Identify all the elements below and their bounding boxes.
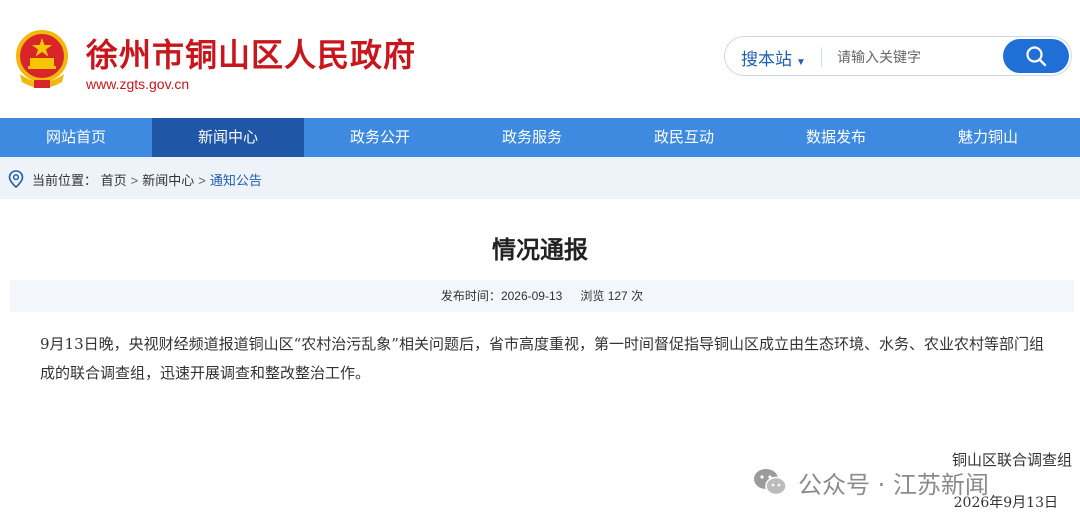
breadcrumb-news[interactable]: 新闻中心 — [142, 173, 194, 188]
site-url[interactable]: www.zgts.gov.cn — [86, 76, 189, 92]
location-pin-icon — [8, 170, 24, 188]
breadcrumb-notices[interactable]: 通知公告 — [210, 173, 262, 188]
search-icon — [1026, 46, 1047, 67]
breadcrumb-separator: > — [198, 173, 206, 188]
watermark: 公众号 · 江苏新闻 — [752, 465, 989, 499]
national-emblem-icon[interactable] — [12, 28, 72, 90]
site-header: 徐州市铜山区人民政府 www.zgts.gov.cn 搜本站 ▼ — [0, 0, 1080, 118]
publish-label: 发布时间： — [440, 289, 501, 303]
breadcrumb-text: 当前位置： 首页 > 新闻中心 > 通知公告 — [32, 170, 262, 189]
main-nav: 网站首页 新闻中心 政务公开 政务服务 政民互动 数据发布 魅力铜山 — [0, 118, 1080, 157]
site-title[interactable]: 徐州市铜山区人民政府 — [86, 30, 416, 76]
nav-item-data[interactable]: 数据发布 — [760, 118, 912, 157]
search-scope-dropdown[interactable]: 搜本站 ▼ — [741, 45, 806, 70]
watermark-text: 公众号 · 江苏新闻 — [798, 470, 989, 499]
views-unit: 次 — [631, 289, 644, 303]
nav-item-gov-affairs[interactable]: 政务公开 — [304, 118, 456, 157]
article-paragraph: 9月13日晚，央视财经频道报道铜山区“农村治污乱象”相关问题后，省市高度重视，第… — [40, 335, 1044, 382]
search-divider — [821, 47, 822, 67]
article-body: 9月13日晚，央视财经频道报道铜山区“农村治污乱象”相关问题后，省市高度重视，第… — [40, 330, 1050, 388]
nav-item-services[interactable]: 政务服务 — [456, 118, 608, 157]
views-label: 浏览 — [580, 289, 605, 303]
nav-item-news[interactable]: 新闻中心 — [152, 118, 304, 157]
chevron-down-icon: ▼ — [796, 57, 806, 68]
nav-item-home[interactable]: 网站首页 — [0, 118, 152, 157]
nav-item-tongshan[interactable]: 魅力铜山 — [912, 118, 1064, 157]
search-input[interactable] — [835, 43, 999, 71]
views-count: 127 — [607, 289, 628, 303]
breadcrumb-prefix: 当前位置： — [32, 173, 98, 188]
search-scope-label: 搜本站 — [741, 50, 792, 69]
search-button[interactable] — [1003, 39, 1069, 73]
publish-date: 2026-09-13 — [500, 289, 563, 303]
nav-item-interaction[interactable]: 政民互动 — [608, 118, 760, 157]
breadcrumb-home[interactable]: 首页 — [101, 173, 127, 188]
article-title: 情况通报 — [492, 236, 588, 264]
search-bar: 搜本站 ▼ — [724, 36, 1072, 76]
wechat-icon — [754, 469, 787, 496]
breadcrumb: 当前位置： 首页 > 新闻中心 > 通知公告 — [0, 157, 1080, 199]
article-meta: 发布时间：2026-09-13 浏览 127 次 — [10, 280, 1074, 312]
breadcrumb-separator: > — [130, 173, 139, 188]
